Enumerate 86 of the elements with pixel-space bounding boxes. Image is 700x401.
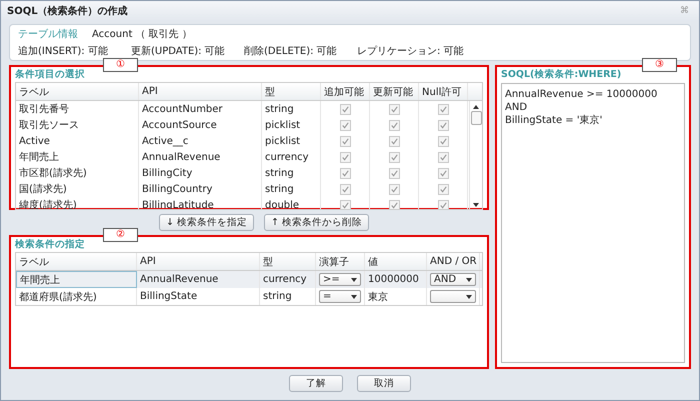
column-header: AND / OR — [427, 253, 480, 270]
column-header: 型 — [262, 83, 321, 100]
caret-icon — [351, 278, 357, 282]
callout-badge: ② — [103, 228, 138, 242]
checkbox[interactable] — [388, 200, 400, 209]
condition-row[interactable]: 年間売上 AnnualRevenue currency >= 10000000 AND — [16, 271, 482, 288]
checkbox[interactable] — [438, 104, 448, 114]
checkbox[interactable] — [388, 184, 400, 194]
callout-badge: ③ — [642, 58, 677, 72]
object-name: Account （ 取引先 ） — [92, 28, 192, 41]
conjunction-dropdown[interactable] — [430, 290, 476, 303]
checkbox[interactable] — [340, 120, 350, 130]
caret-icon — [466, 294, 472, 298]
permission-text: 削除(DELETE): 可能 — [244, 44, 338, 58]
table-cell: currency — [260, 271, 316, 288]
checkbox[interactable] — [340, 104, 350, 114]
checkbox[interactable] — [438, 136, 448, 146]
table-cell: 年間売上 — [16, 149, 139, 165]
dialog-button[interactable]: 取消 — [357, 375, 411, 392]
column-header: Null許可 — [419, 83, 468, 100]
table-cell: 取引先ソース — [16, 117, 139, 133]
move-button[interactable]: ↓ 検索条件を指定 — [159, 214, 254, 231]
soql-line: AND — [505, 101, 528, 114]
section-title: 検索条件の指定 — [15, 238, 86, 252]
table-cell: picklist — [262, 117, 321, 133]
dialog-button[interactable]: 了解 — [289, 375, 343, 392]
operator-dropdown[interactable]: >= — [319, 273, 361, 286]
callout-badge: ① — [103, 58, 138, 72]
table-cell: string — [260, 288, 316, 305]
table-cell: 10000000 — [365, 271, 427, 288]
checkbox[interactable] — [388, 104, 400, 114]
table-cell: BillingCountry — [139, 181, 262, 197]
permission-text: レプリケーション: 可能 — [357, 44, 464, 58]
table-cell: BillingState — [137, 288, 260, 305]
section-title: SOQL(検索条件:WHERE) — [501, 68, 622, 82]
column-header: API — [137, 253, 260, 270]
operator-dropdown[interactable]: = — [319, 290, 361, 303]
caret-icon — [466, 278, 472, 282]
checkbox[interactable] — [340, 152, 350, 162]
table-cell: double — [262, 197, 321, 209]
column-header: 追加可能 — [321, 83, 370, 100]
scroll-thumb[interactable] — [470, 111, 482, 125]
soql-line: AnnualRevenue >= 10000000 — [505, 88, 658, 101]
table-cell: AnnualRevenue — [139, 149, 262, 165]
checkbox[interactable] — [340, 200, 350, 209]
window-title: SOQL（検索条件）の作成 — [7, 4, 128, 18]
column-header: ラベル — [16, 83, 139, 100]
permission-text: 更新(UPDATE): 可能 — [131, 44, 226, 58]
table-cell: string — [262, 181, 321, 197]
down-arrow-icon[interactable] — [473, 203, 479, 207]
checkbox[interactable] — [438, 152, 448, 162]
checkbox[interactable] — [438, 120, 448, 130]
column-header: 演算子 — [316, 253, 365, 270]
column-header: 更新可能 — [370, 83, 419, 100]
column-header: API — [139, 83, 262, 100]
checkbox[interactable] — [340, 168, 350, 178]
column-header: 型 — [260, 253, 316, 270]
checkbox[interactable] — [388, 120, 400, 130]
table-cell: currency — [262, 149, 321, 165]
table-cell: 東京 — [365, 288, 427, 305]
checkbox[interactable] — [340, 184, 350, 194]
caret-icon — [351, 294, 357, 298]
permission-text: 追加(INSERT): 可能 — [18, 44, 109, 58]
checkbox[interactable] — [438, 200, 448, 209]
conjunction-dropdown[interactable]: AND — [430, 273, 476, 286]
table-cell: AnnualRevenue — [137, 271, 260, 288]
column-header: 値 — [365, 253, 427, 270]
table-cell: AccountSource — [139, 117, 262, 133]
table-cell: 年間売上 — [16, 271, 137, 288]
checkbox[interactable] — [388, 136, 400, 146]
up-arrow-icon[interactable] — [473, 105, 479, 109]
section-title: 条件項目の選択 — [15, 68, 86, 82]
scrollbar[interactable] — [469, 101, 482, 209]
condition-row[interactable]: 都道府県(請求先) BillingState string = 東京 — [16, 288, 482, 305]
move-button[interactable]: ↑ 検索条件から削除 — [264, 214, 369, 231]
checkbox[interactable] — [388, 152, 400, 162]
checkbox[interactable] — [438, 184, 448, 194]
column-header: ラベル — [16, 253, 137, 270]
table-cell: 国(請求先) — [16, 181, 139, 197]
soql-text-area[interactable]: AnnualRevenue >= 10000000 AND BillingState = '東京' — [501, 83, 685, 363]
checkbox[interactable] — [388, 168, 400, 178]
table-cell: 都道府県(請求先) — [16, 288, 137, 305]
checkbox[interactable] — [438, 168, 448, 178]
section-heading: テーブル情報 — [18, 28, 78, 41]
soql-line: BillingState = '東京' — [505, 114, 604, 127]
checkbox[interactable] — [340, 136, 350, 146]
